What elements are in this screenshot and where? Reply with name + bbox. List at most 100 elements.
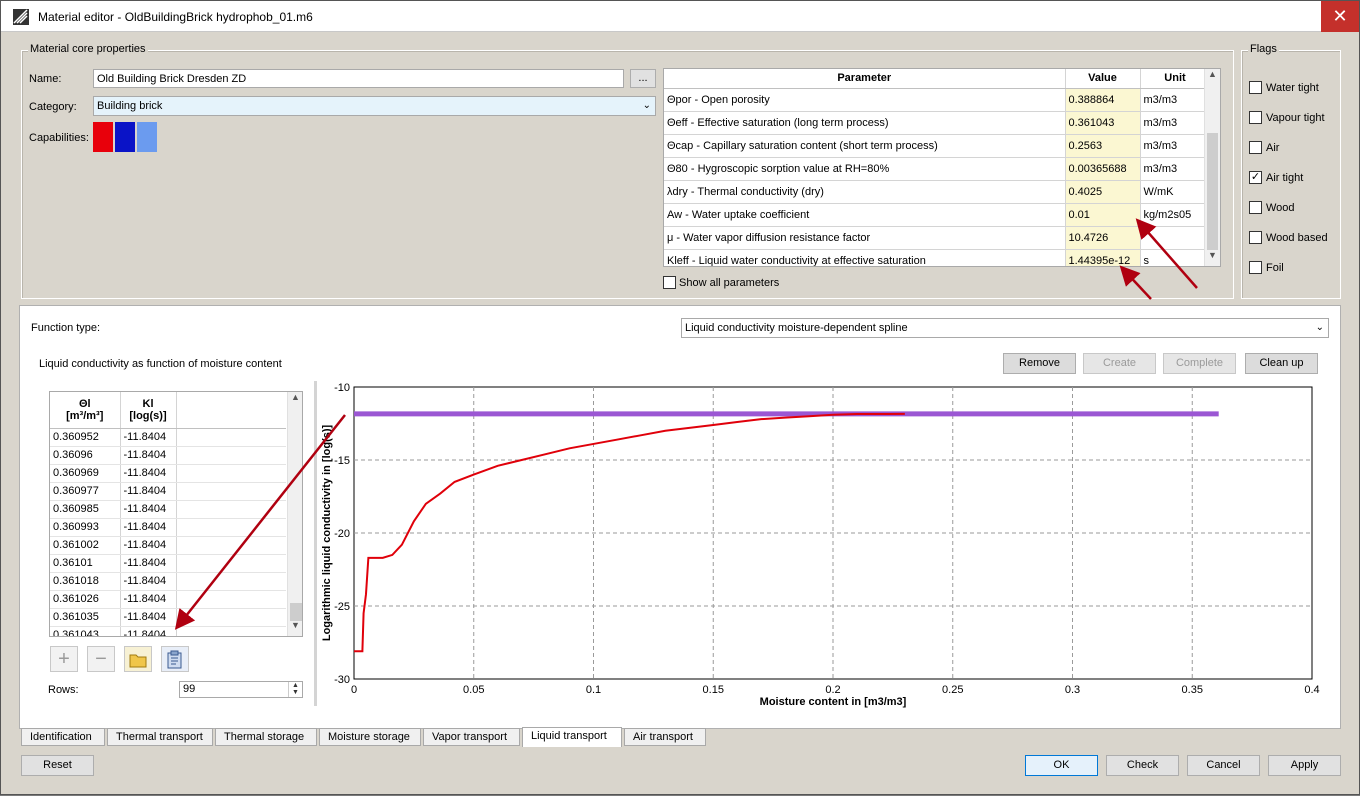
- table-row[interactable]: 0.360985 -11.8404: [50, 500, 286, 519]
- table-row[interactable]: 0.360977 -11.8404: [50, 482, 286, 501]
- table-row[interactable]: 0.36101 -11.8404: [50, 554, 286, 573]
- table-row[interactable]: 0.360969 -11.8404: [50, 464, 286, 483]
- table-row[interactable]: 0.361043 -11.8404: [50, 626, 286, 636]
- table-row[interactable]: 0.36096 -11.8404: [50, 446, 286, 465]
- moisture-cell[interactable]: 0.361018: [50, 572, 121, 591]
- flag-checkbox[interactable]: [1249, 81, 1262, 94]
- kl-header[interactable]: Kl [log(s)]: [120, 392, 177, 429]
- moisture-cell[interactable]: 0.360952: [50, 428, 121, 447]
- moisture-cell[interactable]: 0.36096: [50, 446, 121, 465]
- parameter-scrollbar[interactable]: ▲ ▼: [1204, 69, 1220, 266]
- conductivity-cell[interactable]: -11.8404: [120, 464, 177, 483]
- show-all-checkbox[interactable]: [663, 276, 676, 289]
- parameter-value-cell[interactable]: 0.01: [1065, 203, 1141, 227]
- moisture-cell[interactable]: 0.360977: [50, 482, 121, 501]
- tab-moisture-storage[interactable]: Moisture storage: [319, 728, 421, 746]
- scroll-thumb[interactable]: [290, 603, 302, 621]
- parameter-row[interactable]: λdry - Thermal conductivity (dry) 0.4025 W…: [664, 180, 1211, 204]
- tab-air-transport[interactable]: Air transport: [624, 728, 706, 746]
- paste-button[interactable]: [161, 646, 189, 672]
- parameter-value-cell[interactable]: 10.4726: [1065, 226, 1141, 250]
- check-button[interactable]: Check: [1106, 755, 1179, 776]
- cleanup-button[interactable]: Clean up: [1245, 353, 1318, 374]
- scroll-down-icon[interactable]: ▼: [1205, 250, 1220, 266]
- flag-checkbox[interactable]: [1249, 111, 1262, 124]
- rows-spinbox[interactable]: 99 ▲ ▼: [179, 681, 303, 698]
- parameter-row[interactable]: Θeff - Effective saturation (long term p…: [664, 111, 1211, 135]
- conductivity-cell[interactable]: -11.8404: [120, 536, 177, 555]
- capability-swatch[interactable]: [137, 122, 157, 152]
- name-field[interactable]: Old Building Brick Dresden ZD: [93, 69, 624, 88]
- parameter-value-cell[interactable]: 0.00365688: [1065, 157, 1141, 181]
- scroll-down-icon[interactable]: ▼: [288, 620, 302, 636]
- moisture-cell[interactable]: 0.361035: [50, 608, 121, 627]
- table-row[interactable]: 0.360993 -11.8404: [50, 518, 286, 537]
- moisture-cell[interactable]: 0.360993: [50, 518, 121, 537]
- conductivity-cell[interactable]: -11.8404: [120, 626, 177, 636]
- moisture-cell[interactable]: 0.36101: [50, 554, 121, 573]
- capability-swatch[interactable]: [115, 122, 135, 152]
- capability-swatch[interactable]: [93, 122, 113, 152]
- table-row[interactable]: 0.360952 -11.8404: [50, 428, 286, 447]
- parameter-row[interactable]: μ - Water vapor diffusion resistance fac…: [664, 226, 1211, 250]
- parameter-row[interactable]: Aw - Water uptake coefficient 0.01 kg/m2s0…: [664, 203, 1211, 227]
- parameter-row[interactable]: Θcap - Capillary saturation content (sho…: [664, 134, 1211, 158]
- data-scrollbar[interactable]: ▲ ▼: [287, 392, 302, 636]
- flag-checkbox[interactable]: [1249, 141, 1262, 154]
- parameter-value-cell[interactable]: 0.2563: [1065, 134, 1141, 158]
- conductivity-cell[interactable]: -11.8404: [120, 590, 177, 609]
- unit-header[interactable]: Unit: [1140, 69, 1211, 89]
- table-row[interactable]: 0.361035 -11.8404: [50, 608, 286, 627]
- category-select[interactable]: Building brick ⌄: [93, 96, 656, 116]
- cancel-button[interactable]: Cancel: [1187, 755, 1260, 776]
- parameter-row[interactable]: Kleff - Liquid water conductivity at eff…: [664, 249, 1211, 266]
- function-type-select[interactable]: Liquid conductivity moisture-dependent s…: [681, 318, 1329, 338]
- complete-button[interactable]: Complete: [1163, 353, 1236, 374]
- moisture-cell[interactable]: 0.360985: [50, 500, 121, 519]
- parameter-row[interactable]: Θpor - Open porosity 0.388864 m3/m3: [664, 88, 1211, 112]
- add-row-button[interactable]: +: [50, 646, 78, 672]
- flag-checkbox[interactable]: [1249, 231, 1262, 244]
- theta-header[interactable]: Θl [m³/m³]: [50, 392, 121, 429]
- apply-button[interactable]: Apply: [1268, 755, 1341, 776]
- scroll-up-icon[interactable]: ▲: [1205, 69, 1220, 85]
- table-row[interactable]: 0.361018 -11.8404: [50, 572, 286, 591]
- parameter-value-cell[interactable]: 0.4025: [1065, 180, 1141, 204]
- conductivity-cell[interactable]: -11.8404: [120, 428, 177, 447]
- scroll-thumb[interactable]: [1207, 133, 1218, 250]
- flag-checkbox[interactable]: ✓: [1249, 171, 1262, 184]
- tab-thermal-storage[interactable]: Thermal storage: [215, 728, 317, 746]
- ok-button[interactable]: OK: [1025, 755, 1098, 776]
- conductivity-cell[interactable]: -11.8404: [120, 500, 177, 519]
- parameter-value-cell[interactable]: 0.361043: [1065, 111, 1141, 135]
- reset-button[interactable]: Reset: [21, 755, 94, 776]
- spin-arrows-icon[interactable]: ▲ ▼: [288, 682, 302, 697]
- moisture-cell[interactable]: 0.361026: [50, 590, 121, 609]
- conductivity-cell[interactable]: -11.8404: [120, 518, 177, 537]
- tab-identification[interactable]: Identification: [21, 728, 105, 746]
- table-row[interactable]: 0.361002 -11.8404: [50, 536, 286, 555]
- browse-button[interactable]: ...: [630, 69, 656, 88]
- open-file-button[interactable]: [124, 646, 152, 672]
- moisture-cell[interactable]: 0.361043: [50, 626, 121, 636]
- parameter-header[interactable]: Parameter: [664, 69, 1066, 89]
- parameter-value-cell[interactable]: 0.388864: [1065, 88, 1141, 112]
- parameter-row[interactable]: Θ80 - Hygroscopic sorption value at RH=8…: [664, 157, 1211, 181]
- conductivity-cell[interactable]: -11.8404: [120, 554, 177, 573]
- remove-button[interactable]: Remove: [1003, 353, 1076, 374]
- conductivity-cell[interactable]: -11.8404: [120, 446, 177, 465]
- conductivity-cell[interactable]: -11.8404: [120, 482, 177, 501]
- tab-liquid-transport[interactable]: Liquid transport: [522, 727, 622, 747]
- tab-thermal-transport[interactable]: Thermal transport: [107, 728, 213, 746]
- create-button[interactable]: Create: [1083, 353, 1156, 374]
- conductivity-cell[interactable]: -11.8404: [120, 608, 177, 627]
- flag-checkbox[interactable]: [1249, 261, 1262, 274]
- table-row[interactable]: 0.361026 -11.8404: [50, 590, 286, 609]
- flag-checkbox[interactable]: [1249, 201, 1262, 214]
- moisture-cell[interactable]: 0.360969: [50, 464, 121, 483]
- close-icon[interactable]: ✕: [1321, 1, 1359, 32]
- moisture-cell[interactable]: 0.361002: [50, 536, 121, 555]
- scroll-up-icon[interactable]: ▲: [288, 392, 302, 408]
- conductivity-cell[interactable]: -11.8404: [120, 572, 177, 591]
- parameter-value-cell[interactable]: 1.44395e-12: [1065, 249, 1141, 266]
